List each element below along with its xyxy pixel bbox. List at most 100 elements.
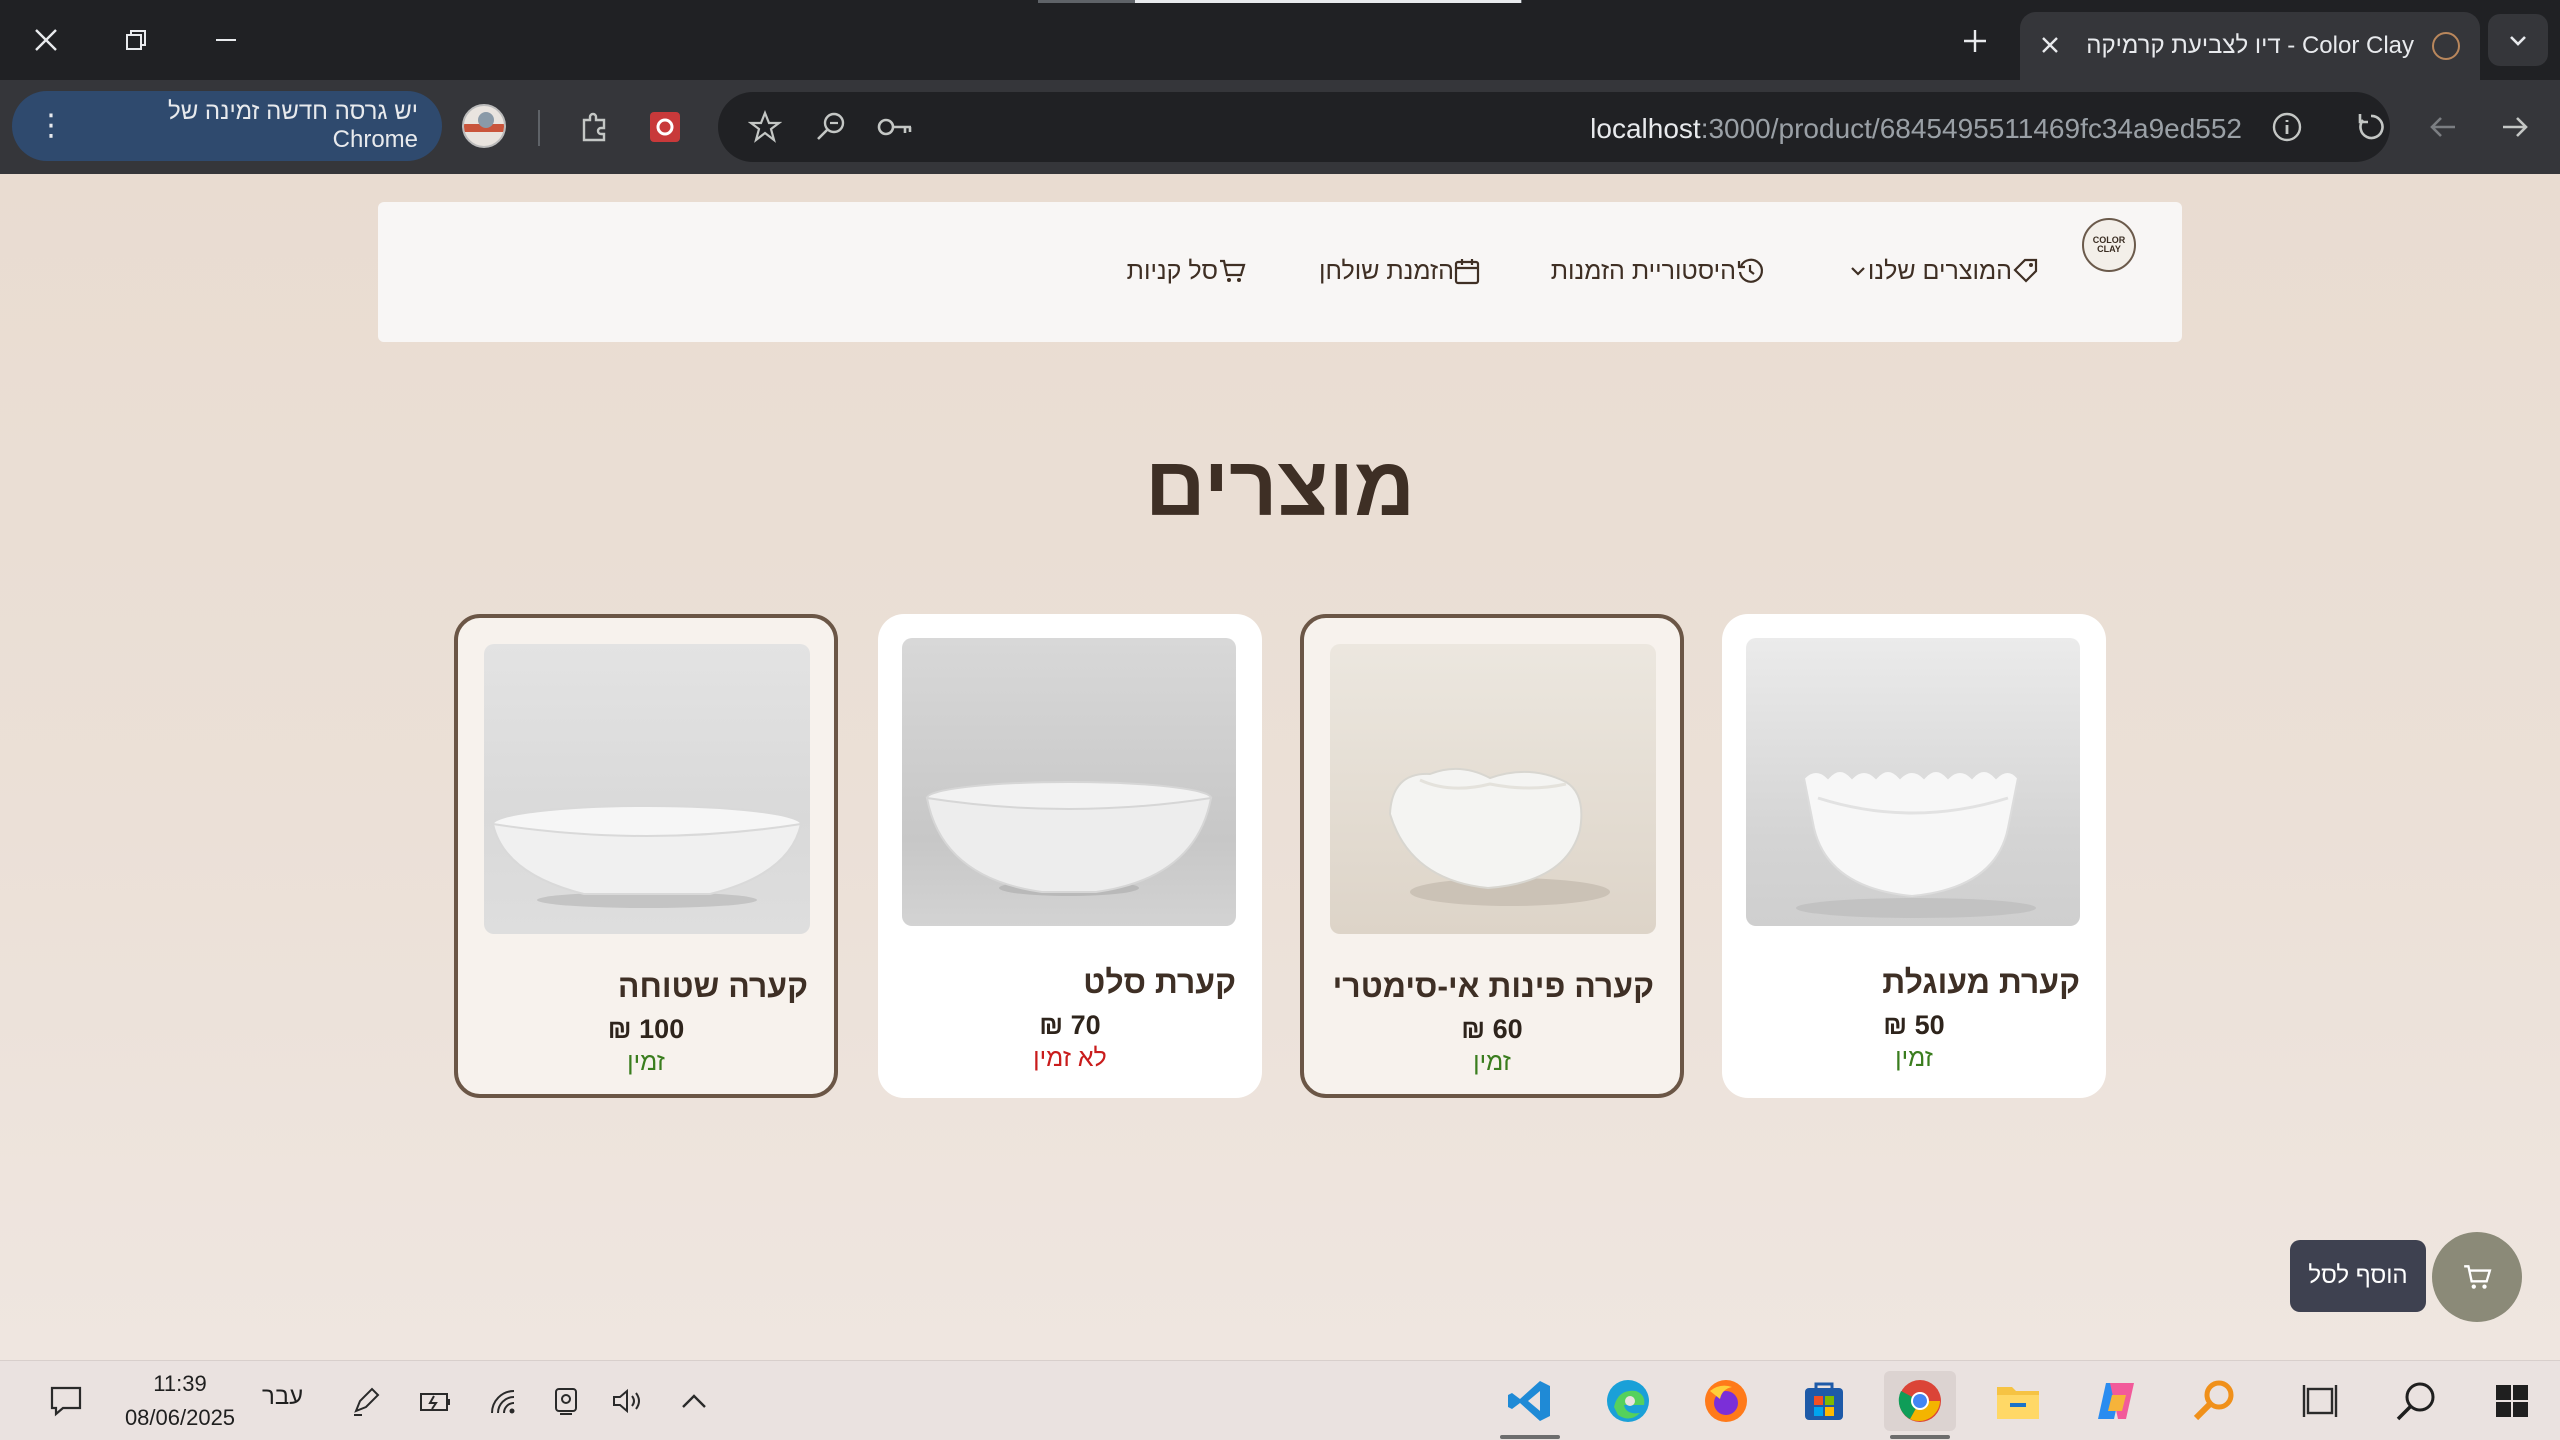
bookmark-star-button[interactable] <box>738 100 792 154</box>
tag-icon <box>2013 258 2038 283</box>
firefox-icon <box>1705 1380 1747 1422</box>
web-page: COLOR CLAY המוצרים שלנו היסטוריית הזמנות… <box>0 174 2560 1360</box>
product-image <box>1746 638 2080 926</box>
product-image <box>902 638 1236 926</box>
taskbar-file-explorer[interactable] <box>1982 1371 2054 1431</box>
password-manager-button[interactable] <box>868 100 922 154</box>
nav-cart-label: סל קניות <box>1126 256 1218 285</box>
taskbar-chrome[interactable] <box>1884 1371 1956 1439</box>
reload-button[interactable] <box>2344 100 2398 154</box>
product-status: זמין <box>1473 1048 1511 1076</box>
windows-logo-icon <box>2496 1385 2528 1417</box>
site-navbar: COLOR CLAY המוצרים שלנו היסטוריית הזמנות… <box>378 202 2182 342</box>
site-logo[interactable]: COLOR CLAY <box>2082 218 2136 272</box>
magnifier-app-icon <box>2193 1380 2234 1421</box>
url-host: localhost <box>1590 113 1701 144</box>
nav-table-booking[interactable]: הזמנת שולחן <box>1319 254 1480 288</box>
puzzle-icon <box>582 112 606 142</box>
taskbar-search[interactable] <box>2380 1371 2452 1431</box>
tab-title: Color Clay - דיו לצביעת קרמיקה <box>2086 32 2414 59</box>
taskbar-start[interactable] <box>2476 1371 2548 1431</box>
zoom-icon <box>817 112 845 140</box>
product-image <box>484 644 810 934</box>
taskbar-search-app[interactable] <box>2178 1371 2250 1431</box>
update-label: יש גרסה חדשה זמינה של Chrome <box>167 98 418 153</box>
battery-status[interactable] <box>414 1383 458 1419</box>
minimize-icon <box>216 39 236 41</box>
product-price: 60 ₪ <box>1461 1014 1523 1044</box>
product-card[interactable]: קערה שטוחה 100 ₪ זמין <box>454 614 838 1098</box>
notification-center-button[interactable] <box>44 1383 88 1419</box>
chrome-update-button[interactable]: יש גרסה חדשה זמינה של Chrome ⋮ <box>12 91 442 161</box>
taskbar-vscode[interactable] <box>1494 1371 1566 1439</box>
show-hidden-icons-button[interactable] <box>672 1383 716 1419</box>
volume-button[interactable] <box>606 1383 650 1419</box>
more-vert-icon: ⋮ <box>36 109 66 142</box>
restore-icon <box>126 30 146 50</box>
close-icon <box>2042 36 2058 53</box>
product-status: לא זמין <box>1033 1044 1107 1072</box>
nav-order-history[interactable]: היסטוריית הזמנות <box>1551 254 1764 288</box>
extension-app-icon <box>650 112 680 142</box>
tab-search-button[interactable] <box>2488 14 2548 66</box>
product-name: קערת סלט <box>1083 964 1236 1000</box>
site-info-button[interactable] <box>2260 100 2314 154</box>
product-card[interactable]: קערה פינות אי-סימטרי 60 ₪ זמין <box>1300 614 1684 1098</box>
reload-icon <box>2358 114 2384 140</box>
add-to-cart-tooltip: הוסף לסל <box>2290 1240 2426 1312</box>
window-minimize-button[interactable] <box>196 12 256 68</box>
extensions-button[interactable] <box>568 100 622 154</box>
browser-tab-bar: Color Clay - דיו לצביעת קרמיקה <box>0 0 2560 80</box>
taskbar-task-view[interactable] <box>2284 1371 2356 1431</box>
calendar-icon <box>1454 259 1480 285</box>
product-card[interactable]: קערת מעוגלת 50 ₪ זמין <box>1722 614 2106 1098</box>
tab-close-button[interactable] <box>2040 31 2060 62</box>
nav-cart[interactable]: סל קניות <box>1127 254 1246 288</box>
nav-products[interactable]: המוצרים שלנו <box>1848 254 2040 288</box>
taskbar-edge[interactable] <box>1592 1371 1664 1431</box>
nav-products-label: המוצרים שלנו <box>1867 256 2012 285</box>
bowl-image-icon <box>1388 767 1610 906</box>
wifi-status[interactable] <box>482 1383 526 1419</box>
site-favicon-icon <box>2432 32 2460 60</box>
meet-now-button[interactable] <box>544 1383 588 1419</box>
taskbar-store[interactable] <box>1788 1371 1860 1431</box>
new-tab-button[interactable] <box>1950 16 2000 66</box>
taskbar-copilot[interactable] <box>2080 1371 2152 1431</box>
close-icon <box>35 29 57 51</box>
product-card[interactable]: קערת סלט 70 ₪ לא זמין <box>878 614 1262 1098</box>
product-name: קערה פינות אי-סימטרי <box>1332 968 1654 1004</box>
browser-toolbar: יש גרסה חדשה זמינה של Chrome ⋮ localhost… <box>0 80 2560 174</box>
profile-avatar[interactable] <box>462 104 506 148</box>
browser-tab[interactable]: Color Clay - דיו לצביעת קרמיקה <box>2020 12 2480 80</box>
pen-icon <box>354 1387 380 1416</box>
folder-icon <box>1997 1387 2039 1419</box>
clock-time: 11:39 <box>153 1371 207 1396</box>
toolbar-divider <box>538 110 540 146</box>
camera-icon <box>555 1388 577 1415</box>
battery-icon <box>420 1393 450 1411</box>
chevron-down-icon <box>2510 36 2526 46</box>
input-language[interactable]: עבר <box>262 1383 303 1411</box>
bowl-image-icon <box>925 781 1213 896</box>
nav-order-history-label: היסטוריית הזמנות <box>1550 256 1736 285</box>
taskbar-firefox[interactable] <box>1690 1371 1762 1431</box>
zoom-button[interactable] <box>804 100 858 154</box>
window-close-button[interactable] <box>16 12 76 68</box>
chrome-icon <box>1898 1380 1941 1422</box>
forward-button[interactable] <box>2488 100 2542 154</box>
system-clock[interactable]: 11:39 08/06/2025 <box>104 1367 256 1435</box>
product-name: קערת מעוגלת <box>1882 964 2080 1000</box>
back-button[interactable] <box>2416 100 2470 154</box>
extension-button[interactable] <box>638 100 692 154</box>
chevron-up-icon <box>682 1394 706 1408</box>
pen-menu-button[interactable] <box>344 1383 388 1419</box>
add-to-cart-button[interactable] <box>2432 1232 2522 1322</box>
windows-taskbar: 11:39 08/06/2025 עבר <box>0 1360 2560 1440</box>
chevron-down-icon <box>1851 267 1865 276</box>
notification-icon <box>50 1386 82 1417</box>
vscode-icon <box>1508 1381 1550 1421</box>
bowl-image-icon <box>491 805 803 908</box>
product-price: 50 ₪ <box>1883 1010 1945 1040</box>
window-restore-button[interactable] <box>106 12 166 68</box>
